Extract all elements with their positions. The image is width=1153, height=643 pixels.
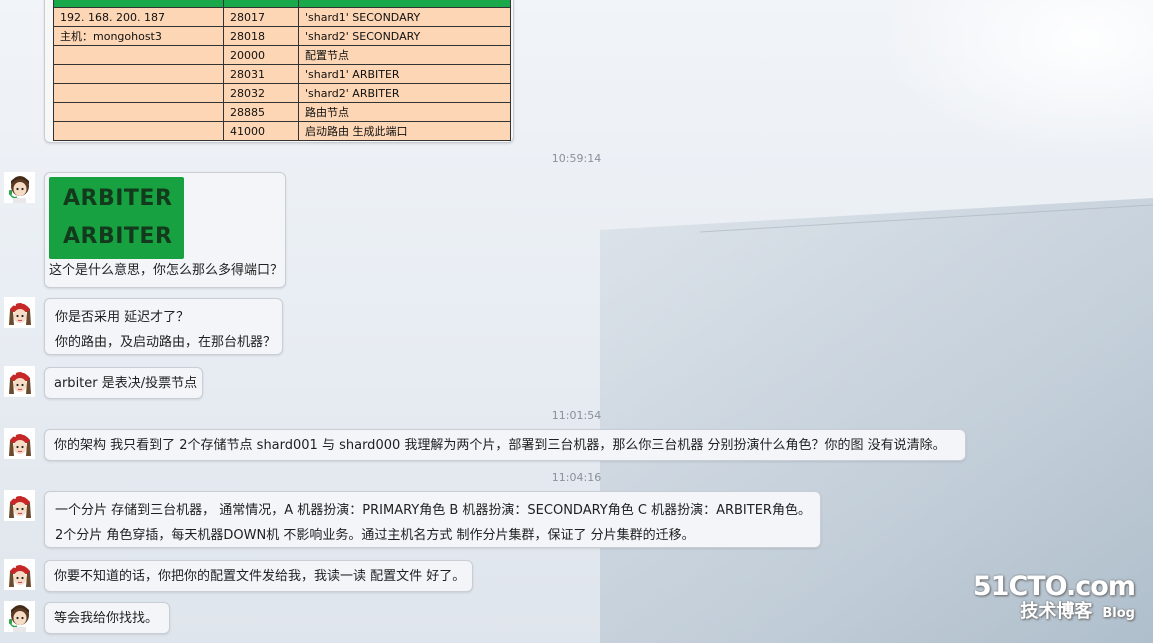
avatar-self[interactable]: [4, 428, 35, 459]
table-row: 41000 启动路由 生成此端口: [53, 121, 511, 141]
table-row: 28031'shard1' ARBITER: [53, 64, 511, 84]
timestamp: 10:59:14: [551, 152, 602, 165]
table-row: 20000 配置节点: [53, 45, 511, 65]
message-bubble[interactable]: 你的架构 我只看到了 2个存储节点 shard001 与 shard000 我理…: [44, 429, 966, 461]
port-table: 192. 168. 200. 187 28017'shard1' SECONDAR…: [53, 0, 511, 141]
image-text: ARBITER: [63, 186, 173, 211]
message-text: 你要不知道的话，你把你的配置文件发给我，我读一读 配置文件 好了。: [54, 569, 466, 584]
watermark-logo: 51CTO.com: [972, 571, 1136, 602]
port-table-image[interactable]: 192. 168. 200. 187 28017'shard1' SECONDAR…: [44, 0, 514, 143]
table-row: 28032'shard2' ARBITER: [53, 83, 511, 103]
avatar-self[interactable]: [4, 559, 35, 590]
message-text: arbiter 是表决/投票节点: [54, 376, 198, 391]
table-row: 192. 168. 200. 187 28017'shard1' SECONDAR…: [53, 7, 511, 27]
avatar-contact[interactable]: [4, 172, 35, 203]
message-bubble[interactable]: 等会我给你找找。: [44, 602, 170, 634]
timestamp: 11:04:16: [551, 471, 602, 484]
site-watermark: 51CTO.com 技术博客 Blog: [972, 571, 1136, 625]
message-bubble[interactable]: ARBITER ARBITER 这个是什么意思，你怎么那么多得端口？: [44, 172, 286, 288]
message-bubble[interactable]: 一个分片 存储到三台机器， 通常情况，A 机器扮演：PRIMARY角色 B 机器…: [44, 491, 821, 548]
watermark-blog-cn: 技术博客: [1020, 601, 1093, 622]
message-text: 这个是什么意思，你怎么那么多得端口？: [49, 263, 284, 278]
message-text: 一个分片 存储到三台机器， 通常情况，A 机器扮演：PRIMARY角色 B 机器…: [55, 503, 811, 518]
avatar-contact[interactable]: [4, 601, 35, 632]
avatar-self[interactable]: [4, 297, 35, 328]
image-text: ARBITER: [63, 224, 173, 249]
chat-history: 192. 168. 200. 187 28017'shard1' SECONDAR…: [0, 0, 1153, 643]
watermark-subtitle: 技术博客 Blog: [973, 601, 1135, 625]
message-text: 你的架构 我只看到了 2个存储节点 shard001 与 shard000 我理…: [54, 438, 946, 453]
message-bubble[interactable]: 你是否采用 延迟才了？ 你的路由，及启动路由，在那台机器？: [44, 298, 283, 355]
message-text: 2个分片 角色穿插，每天机器DOWN机 不影响业务。通过主机名方式 制作分片集群…: [55, 528, 695, 543]
arbiter-screenshot-image[interactable]: ARBITER ARBITER: [49, 177, 184, 259]
avatar-self[interactable]: [4, 490, 35, 521]
message-text: 等会我给你找找。: [54, 611, 159, 626]
watermark-blog-en: Blog: [1102, 606, 1135, 621]
timestamp: 11:01:54: [551, 409, 602, 422]
table-row: 28885 路由节点: [53, 102, 511, 122]
message-bubble[interactable]: arbiter 是表决/投票节点: [44, 367, 203, 399]
message-text: 你的路由，及启动路由，在那台机器？: [55, 335, 277, 350]
message-text: 你是否采用 延迟才了？: [55, 310, 190, 325]
message-bubble[interactable]: 你要不知道的话，你把你的配置文件发给我，我读一读 配置文件 好了。: [44, 560, 473, 592]
avatar-self[interactable]: [4, 366, 35, 397]
table-row: 主机：mongohost3 28018'shard2' SECONDARY: [53, 26, 511, 46]
